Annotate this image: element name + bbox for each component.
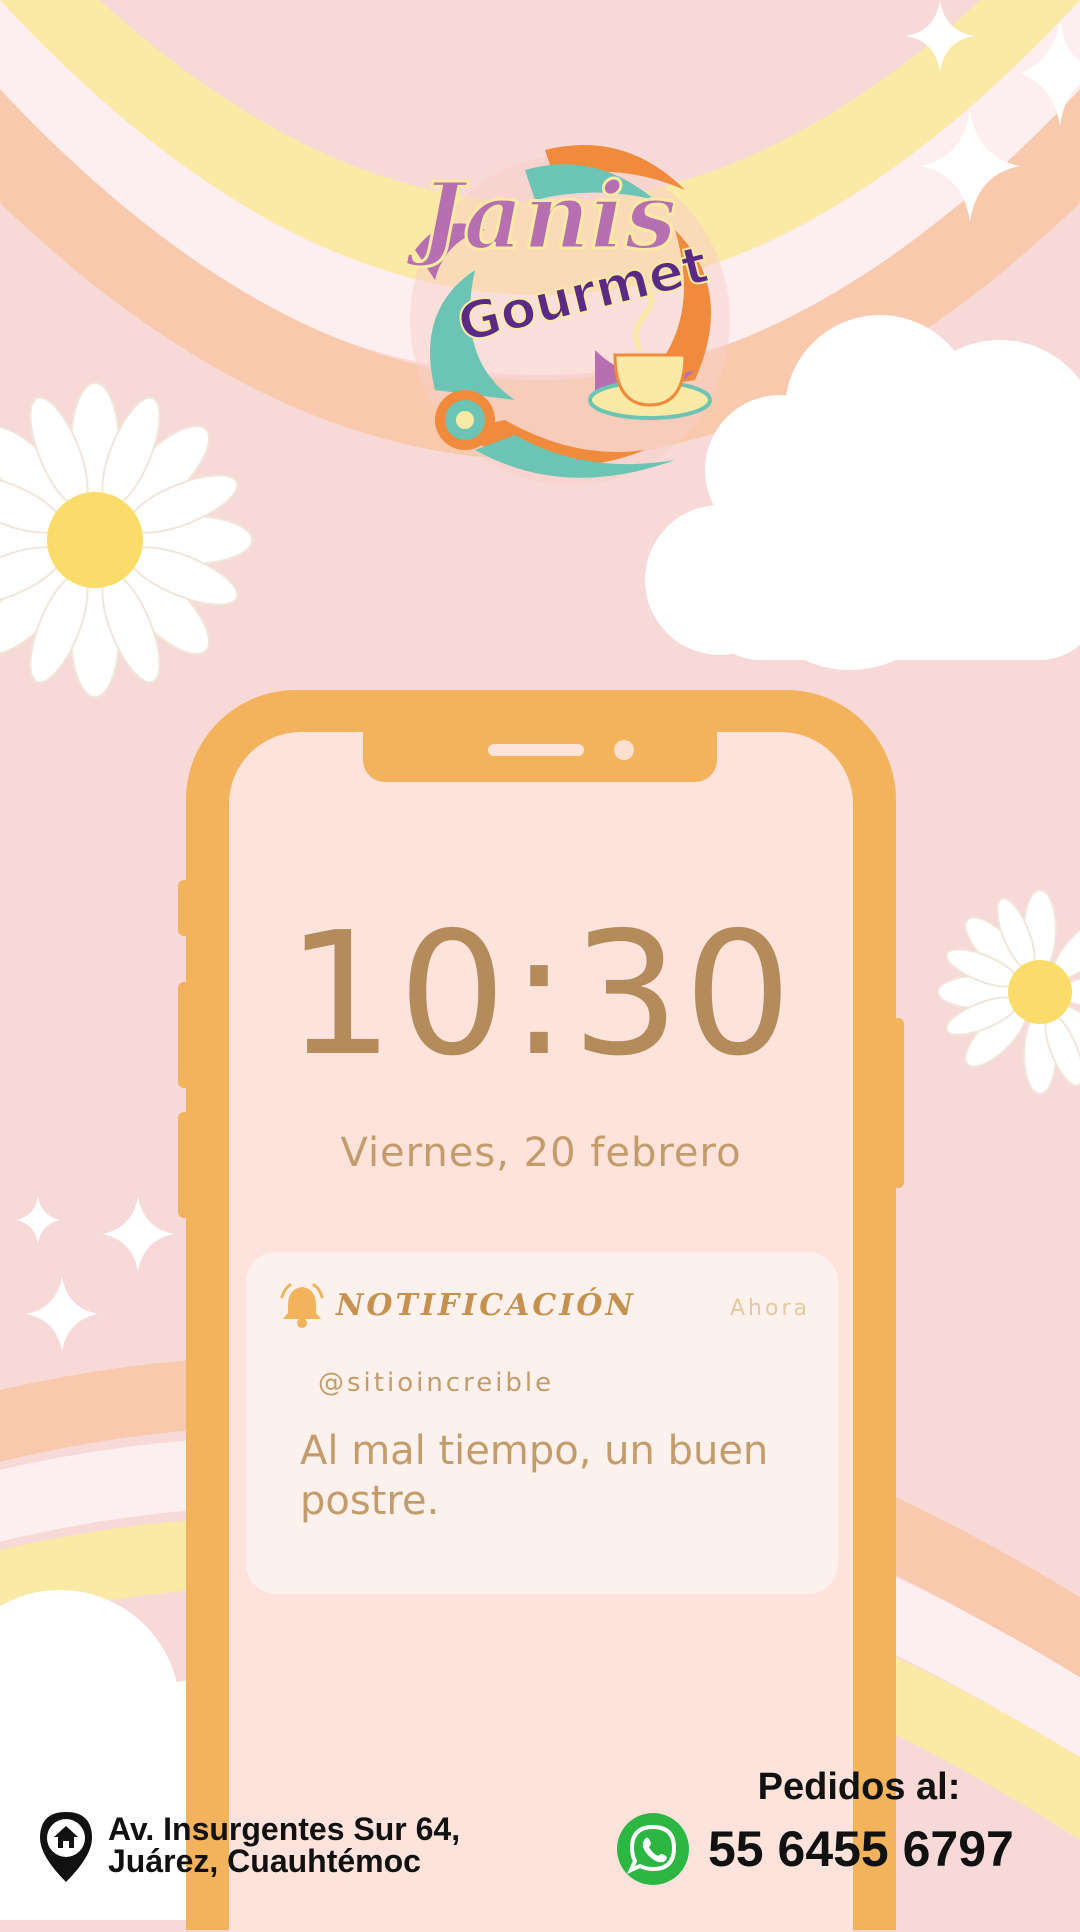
orders-label: Pedidos al:	[757, 1766, 961, 1808]
notification-title: NOTIFICACIÓN	[336, 1288, 636, 1323]
whatsapp-icon[interactable]	[616, 1812, 690, 1886]
lockscreen-date: Viernes, 20 febrero	[340, 1130, 742, 1176]
bell-icon	[280, 1283, 324, 1328]
phone-power-button	[892, 1018, 904, 1188]
phone-notch	[363, 732, 717, 782]
daisy-right	[937, 889, 1080, 1095]
notification-handle: @sitioincreible	[318, 1368, 555, 1398]
address-line-1: Av. Insurgentes Sur 64,	[108, 1811, 461, 1847]
janis-gourmet-logo: Janis Gourmet	[404, 145, 730, 485]
address-line-2: Juárez, Cuauhtémoc	[108, 1843, 421, 1879]
notification-time: Ahora	[730, 1296, 810, 1321]
phone-number-link[interactable]: 55 6455 6797	[708, 1820, 1014, 1878]
phone-camera	[614, 740, 634, 760]
phone-side-button-2	[178, 982, 190, 1088]
notification-message: Al mal tiempo, un buen postre.	[300, 1428, 769, 1524]
address-block: Av. Insurgentes Sur 64, Juárez, Cuauhtém…	[108, 1813, 460, 1877]
daisy-left	[0, 382, 253, 698]
lockscreen-time: 10:30	[286, 896, 796, 1094]
phone-speaker	[488, 744, 584, 756]
phone-side-button-1	[178, 880, 190, 936]
phone-side-button-3	[178, 1112, 190, 1218]
home-pin-icon	[40, 1812, 92, 1882]
